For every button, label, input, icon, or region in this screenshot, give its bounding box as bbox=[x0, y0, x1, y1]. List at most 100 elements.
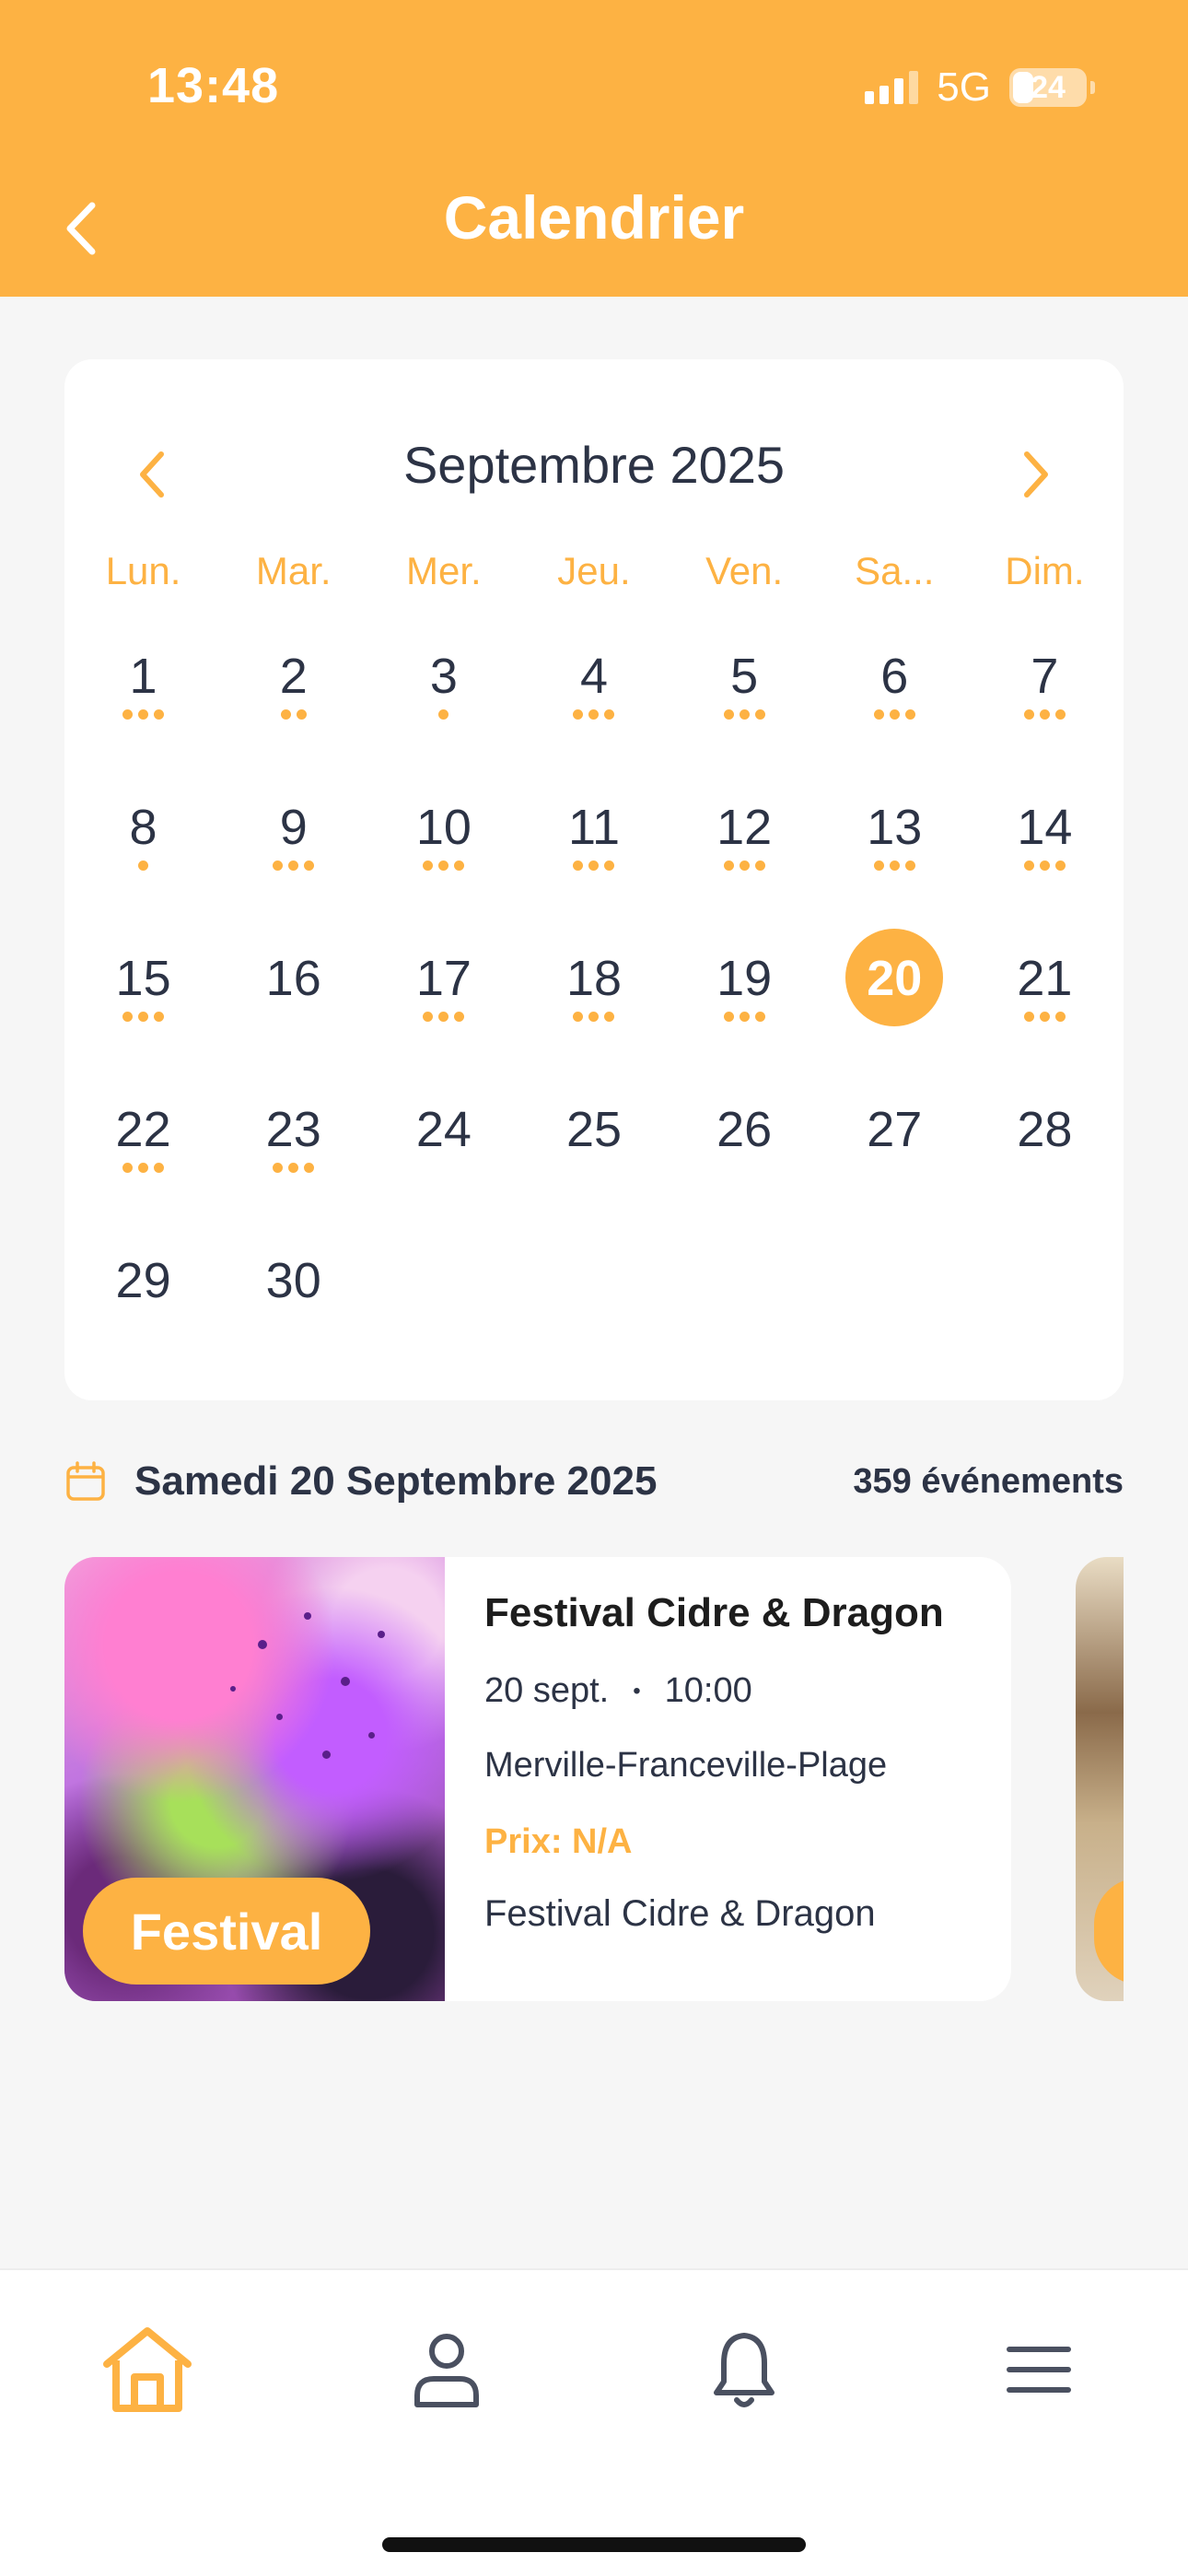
event-dot bbox=[138, 1012, 149, 1022]
event-category-badge bbox=[1094, 1878, 1124, 1985]
event-dot bbox=[1039, 709, 1050, 720]
next-month-button[interactable] bbox=[1004, 433, 1068, 516]
event-indicator-dots bbox=[280, 709, 307, 720]
calendar-day[interactable]: 8 bbox=[68, 778, 218, 929]
signal-icon bbox=[865, 71, 919, 104]
event-dot bbox=[1023, 861, 1034, 871]
calendar-day[interactable]: 25 bbox=[518, 1080, 669, 1231]
calendar-day[interactable]: 5 bbox=[670, 626, 820, 778]
day-number: 12 bbox=[716, 800, 773, 855]
event-dot bbox=[904, 861, 915, 871]
profile-icon bbox=[414, 2334, 479, 2407]
day-number: 19 bbox=[716, 951, 773, 1006]
next-event-card[interactable] bbox=[1076, 1557, 1124, 2001]
event-dot bbox=[138, 861, 149, 871]
event-dot bbox=[739, 861, 750, 871]
day-number: 3 bbox=[429, 649, 458, 704]
event-dot bbox=[873, 709, 884, 720]
event-dot bbox=[438, 1012, 449, 1022]
calendar-day[interactable]: 28 bbox=[970, 1080, 1120, 1231]
calendar-day[interactable]: 2 bbox=[218, 626, 368, 778]
event-dot bbox=[723, 709, 734, 720]
calendar-day[interactable]: 27 bbox=[820, 1080, 970, 1231]
calendar-day[interactable]: 9 bbox=[218, 778, 368, 929]
calendar-day[interactable]: 30 bbox=[218, 1231, 368, 1382]
nav-notifications[interactable] bbox=[689, 2314, 799, 2425]
event-indicator-dots bbox=[873, 709, 915, 720]
events-header: Samedi 20 Septembre 2025 359 événements bbox=[64, 1454, 1124, 1509]
event-image: Festival bbox=[64, 1557, 445, 2001]
nav-menu[interactable] bbox=[984, 2314, 1094, 2425]
event-dot bbox=[1054, 709, 1066, 720]
calendar-card: Septembre 2025 Lun. Mar. Mer. Jeu. Ven. … bbox=[64, 359, 1124, 1400]
status-indicators: 5G 24 bbox=[865, 64, 1095, 111]
event-location: Merville-Franceville-Plage bbox=[484, 1746, 888, 1785]
event-dot bbox=[588, 861, 600, 871]
calendar-day[interactable]: 10 bbox=[368, 778, 518, 929]
calendar-day[interactable]: 7 bbox=[970, 626, 1120, 778]
weekday-header: Lun. Mar. Mer. Jeu. Ven. Sa... Dim. bbox=[68, 549, 1120, 593]
calendar-day[interactable]: 17 bbox=[368, 929, 518, 1080]
event-indicator-dots bbox=[423, 861, 465, 872]
event-category-badge: Festival bbox=[83, 1878, 370, 1985]
weekday-label: Ven. bbox=[705, 549, 784, 592]
event-dot bbox=[604, 709, 615, 720]
nav-home[interactable] bbox=[92, 2314, 203, 2425]
calendar-day[interactable]: 1 bbox=[68, 626, 218, 778]
network-label: 5G bbox=[937, 64, 991, 110]
calendar-day[interactable]: 4 bbox=[518, 626, 669, 778]
event-dot bbox=[454, 861, 465, 871]
day-number: 23 bbox=[265, 1102, 321, 1157]
nav-profile[interactable] bbox=[391, 2314, 502, 2425]
day-number: 26 bbox=[716, 1102, 773, 1157]
event-dot bbox=[754, 1012, 765, 1022]
day-number: 25 bbox=[565, 1102, 623, 1157]
calendar-day[interactable]: 13 bbox=[820, 778, 970, 929]
event-indicator-dots bbox=[573, 1012, 615, 1023]
calendar-day[interactable]: 14 bbox=[970, 778, 1120, 929]
event-indicator-dots bbox=[723, 1012, 765, 1023]
event-dot bbox=[588, 709, 600, 720]
page-title: Calendrier bbox=[443, 183, 745, 252]
event-details: Festival Cidre & Dragon 20 sept. • 10:00… bbox=[484, 1590, 984, 1935]
event-dot bbox=[154, 709, 165, 720]
event-dot bbox=[280, 709, 291, 720]
event-card[interactable]: Festival Festival Cidre & Dragon 20 sept… bbox=[64, 1557, 1011, 2001]
day-number: 15 bbox=[115, 951, 171, 1006]
event-time: 10:00 bbox=[664, 1671, 752, 1710]
event-dot bbox=[154, 1012, 165, 1022]
event-dot bbox=[138, 709, 149, 720]
calendar-day[interactable]: 19 bbox=[670, 929, 820, 1080]
event-indicator-dots bbox=[723, 861, 765, 872]
event-dot bbox=[1039, 861, 1050, 871]
calendar-day[interactable]: 16 bbox=[218, 929, 368, 1080]
calendar-day[interactable]: 23 bbox=[218, 1080, 368, 1231]
home-indicator bbox=[382, 2537, 806, 2552]
event-price: Prix: N/A bbox=[484, 1822, 633, 1861]
calendar-day-selected[interactable]: 20 bbox=[820, 929, 970, 1080]
weekday-label: Mer. bbox=[406, 549, 482, 592]
day-number: 14 bbox=[1017, 800, 1073, 855]
menu-icon bbox=[1007, 2347, 1071, 2393]
calendar-day[interactable]: 6 bbox=[820, 626, 970, 778]
calendar-day[interactable]: 24 bbox=[368, 1080, 518, 1231]
calendar-day[interactable]: 11 bbox=[518, 778, 669, 929]
calendar-day[interactable]: 22 bbox=[68, 1080, 218, 1231]
event-indicator-dots bbox=[122, 709, 165, 720]
battery-level: 24 bbox=[1031, 69, 1066, 105]
event-dot bbox=[423, 1012, 434, 1022]
day-number: 6 bbox=[880, 649, 909, 704]
calendar-day[interactable]: 26 bbox=[670, 1080, 820, 1231]
day-number: 10 bbox=[415, 800, 472, 855]
home-icon bbox=[103, 2327, 192, 2412]
calendar-day[interactable]: 15 bbox=[68, 929, 218, 1080]
event-dot bbox=[904, 709, 915, 720]
calendar-day[interactable]: 21 bbox=[970, 929, 1120, 1080]
calendar-day[interactable]: 12 bbox=[670, 778, 820, 929]
event-dot bbox=[288, 861, 299, 871]
event-dot bbox=[154, 1163, 165, 1173]
calendar-day[interactable]: 29 bbox=[68, 1231, 218, 1382]
event-dot bbox=[1054, 1012, 1066, 1022]
calendar-day[interactable]: 18 bbox=[518, 929, 669, 1080]
calendar-day[interactable]: 3 bbox=[368, 626, 518, 778]
